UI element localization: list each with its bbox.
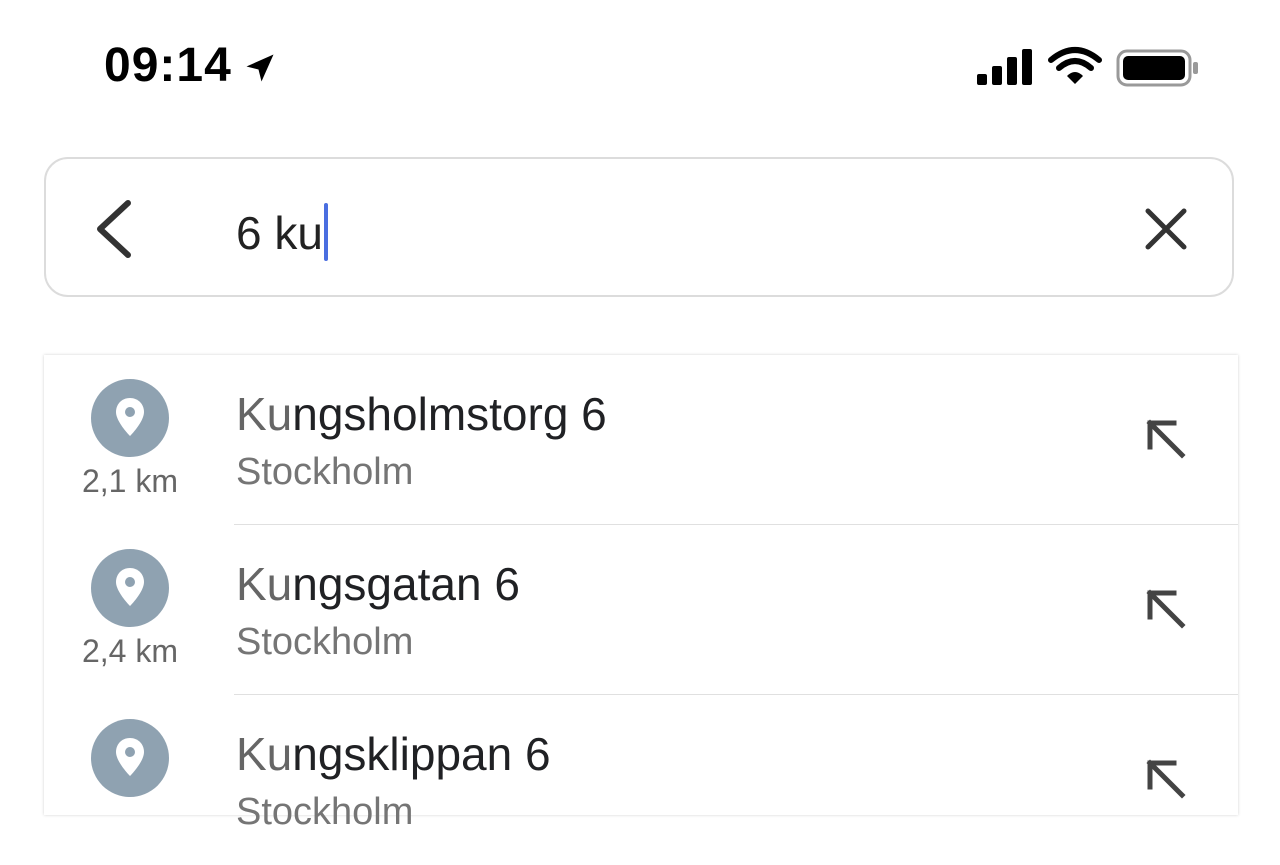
clock-time: 09:14 (104, 39, 232, 92)
arrow-up-left-icon[interactable] (1142, 585, 1190, 633)
list-item[interactable]: 2,4 km Kungsgatan 6 Stockholm (44, 525, 1238, 695)
text-caret (323, 203, 328, 261)
wifi-icon (1048, 47, 1102, 84)
suggestion-list: 2,1 km Kungsholmstorg 6 Stockholm 2,4 km… (44, 355, 1238, 833)
battery-icon (1116, 49, 1198, 87)
title-rest: ngsholmstorg 6 (292, 388, 607, 440)
search-query: 6 ku (236, 207, 323, 259)
result-title: Kungsklippan 6 (236, 727, 551, 781)
cellular-signal-icon (977, 49, 1032, 85)
list-item[interactable]: Kungsklippan 6 Stockholm (44, 695, 1238, 865)
close-icon[interactable] (1142, 205, 1190, 253)
result-title: Kungsgatan 6 (236, 557, 520, 611)
title-match: Ku (236, 388, 293, 440)
result-subtitle: Stockholm (236, 791, 414, 833)
status-bar: 09:14 (0, 0, 1280, 130)
place-pin-icon (91, 549, 169, 627)
result-subtitle: Stockholm (236, 451, 414, 493)
title-rest: ngsklippan 6 (292, 728, 551, 780)
distance-label: 2,1 km (81, 463, 179, 499)
place-pin-icon (91, 379, 169, 457)
arrow-up-left-icon[interactable] (1142, 415, 1190, 463)
location-arrow-icon (246, 54, 274, 82)
place-pin-icon (91, 719, 169, 797)
distance-label: 2,4 km (81, 633, 179, 669)
search-bar[interactable]: 6 ku (44, 157, 1234, 297)
result-subtitle: Stockholm (236, 621, 414, 663)
list-item[interactable]: 2,1 km Kungsholmstorg 6 Stockholm (44, 355, 1238, 525)
result-title: Kungsholmstorg 6 (236, 387, 607, 441)
arrow-up-left-icon[interactable] (1142, 755, 1190, 803)
title-match: Ku (236, 558, 293, 610)
title-match: Ku (236, 728, 293, 780)
search-input[interactable]: 6 ku (236, 203, 328, 261)
chevron-left-icon[interactable] (88, 197, 148, 261)
title-rest: ngsgatan 6 (292, 558, 520, 610)
